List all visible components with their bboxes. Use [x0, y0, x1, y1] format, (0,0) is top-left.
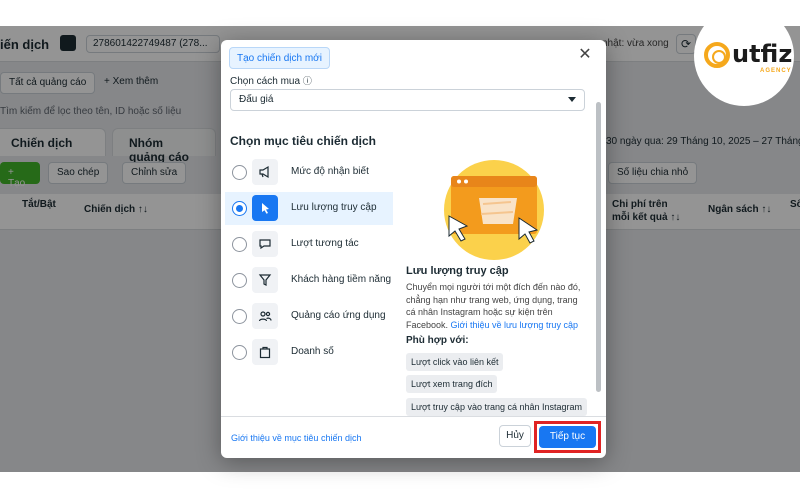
chat-bubble-icon [252, 231, 278, 257]
cursor-icon [252, 195, 278, 221]
objective-detail-title: Lưu lượng truy cập [406, 265, 509, 277]
screenshot-frame: iến dịch 278601422749487 (278... nhật: v… [0, 0, 800, 500]
objective-app-promotion[interactable]: Quảng cáo ứng dụng [225, 300, 393, 333]
dialog-footer: Giới thiệu về mục tiêu chiến dịch Hủy Ti… [221, 416, 606, 458]
logo-ring-icon [704, 42, 730, 68]
objective-label: Lượt tương tác [291, 238, 359, 249]
buying-type-select[interactable]: Đấu giá [230, 89, 585, 111]
filter-icon [252, 267, 278, 293]
radio-button[interactable] [232, 309, 247, 324]
objective-label: Khách hàng tiềm năng [291, 274, 392, 285]
agency-logo: utfiz AGENCY [694, 6, 794, 106]
objective-detail-description: Chuyển mọi người tới một đích đến nào đó… [406, 281, 586, 331]
close-icon[interactable]: ✕ [576, 47, 594, 65]
objective-section-title: Chọn mục tiêu chiến dịch [230, 134, 377, 148]
chevron-down-icon [568, 97, 576, 102]
objective-label: Quảng cáo ứng dụng [291, 310, 386, 321]
radio-button[interactable] [232, 345, 247, 360]
create-campaign-dialog: Tạo chiến dịch mới ✕ Chọn cách mua ⓘ Đấu… [221, 40, 606, 458]
buying-type-value: Đấu giá [239, 94, 274, 105]
people-icon [252, 303, 278, 329]
objectives-info-link[interactable]: Giới thiệu về mục tiêu chiến dịch [231, 433, 361, 443]
learn-more-link[interactable]: Giới thiệu về lưu lượng truy cập [451, 320, 578, 330]
radio-button[interactable] [232, 273, 247, 288]
shopping-bag-icon [252, 339, 278, 365]
traffic-illustration [439, 158, 549, 268]
continue-button[interactable]: Tiếp tục [539, 426, 596, 448]
radio-button[interactable] [232, 165, 247, 180]
info-icon: ⓘ [302, 76, 312, 86]
objective-label: Lưu lượng truy cập [291, 202, 377, 213]
objective-awareness[interactable]: Mức độ nhận biết [225, 156, 393, 189]
dialog-body: Chọn cách mua ⓘ Đấu giá Chọn mục tiêu ch… [221, 72, 606, 416]
megaphone-icon [252, 159, 278, 185]
dialog-tab[interactable]: Tạo chiến dịch mới [229, 47, 330, 69]
logo-subtext: AGENCY [760, 68, 792, 74]
objective-sales[interactable]: Doanh số [225, 336, 393, 369]
objective-label: Mức độ nhận biết [291, 166, 369, 177]
logo-wordmark: utfiz [732, 40, 793, 68]
objective-label: Doanh số [291, 346, 334, 357]
objective-engagement[interactable]: Lượt tương tác [225, 228, 393, 261]
fit-section-title: Phù hợp với: [406, 335, 469, 346]
buying-type-label: Chọn cách mua ⓘ [230, 76, 312, 87]
scrollbar[interactable] [596, 102, 601, 392]
fit-chip: Lượt click vào liên kết [406, 353, 504, 371]
fit-chip: Lượt truy cập vào trang cá nhân Instagra… [406, 398, 588, 416]
radio-button[interactable] [232, 237, 247, 252]
objective-traffic[interactable]: Lưu lượng truy cập [225, 192, 393, 225]
fit-chip: Lượt xem trang đích [406, 375, 498, 393]
objective-leads[interactable]: Khách hàng tiềm năng [225, 264, 393, 297]
cancel-button[interactable]: Hủy [499, 425, 531, 447]
radio-button-selected[interactable] [232, 201, 247, 216]
